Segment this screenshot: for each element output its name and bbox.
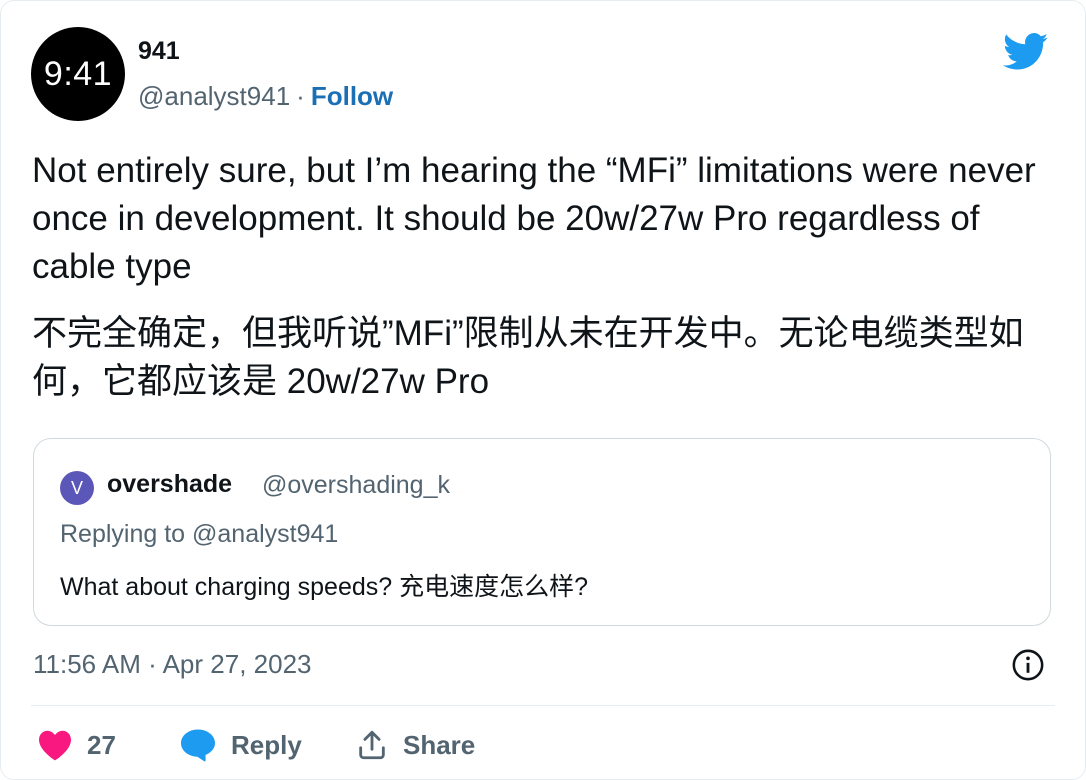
tweet-text-english: Not entirely sure, but I’m hearing the “… [32, 151, 1036, 286]
quoted-author-handle[interactable]: @overshading_k [262, 471, 450, 500]
avatar[interactable]: 9:41 [31, 27, 125, 121]
reply-button[interactable]: Reply [179, 725, 302, 765]
quoted-avatar-letter: V [70, 477, 83, 498]
share-label: Share [403, 729, 476, 760]
tweet-text-chinese: 不完全确定，但我听说”MFi”限制从未在开发中。无论电缆类型如何，它都应该是 2… [32, 314, 1024, 401]
author-handle[interactable]: @analyst941 [138, 81, 290, 112]
speech-bubble-icon [181, 729, 215, 762]
share-button[interactable]: Share [355, 725, 475, 765]
follow-button[interactable]: Follow [311, 81, 393, 112]
quoted-avatar[interactable]: V [60, 471, 94, 505]
tweet-timestamp[interactable]: 11:56 AM · Apr 27, 2023 [33, 649, 311, 680]
info-icon[interactable] [1011, 648, 1045, 682]
heart-icon [39, 730, 71, 761]
quoted-author-name[interactable]: overshade [107, 470, 232, 499]
handle-separator: · [296, 81, 305, 111]
author-handle-row: @analyst941 · Follow [138, 81, 393, 112]
tweet-card: 9:41 941 @analyst941 · Follow Not entire… [0, 0, 1086, 780]
like-button[interactable]: 27 [37, 725, 116, 765]
author-display-name[interactable]: 941 [138, 37, 180, 66]
avatar-text: 9:41 [43, 54, 113, 93]
twitter-bird-icon[interactable] [1003, 33, 1049, 71]
quoted-tweet-text: What about charging speeds? 充电速度怎么样? [60, 573, 589, 601]
quoted-tweet[interactable]: V overshade @overshading_k Replying to @… [33, 438, 1051, 626]
divider [31, 705, 1055, 706]
reply-label: Reply [231, 729, 302, 760]
quoted-replying-to: Replying to @analyst941 [60, 520, 339, 548]
like-count: 27 [87, 729, 116, 760]
share-upload-icon [359, 730, 385, 760]
